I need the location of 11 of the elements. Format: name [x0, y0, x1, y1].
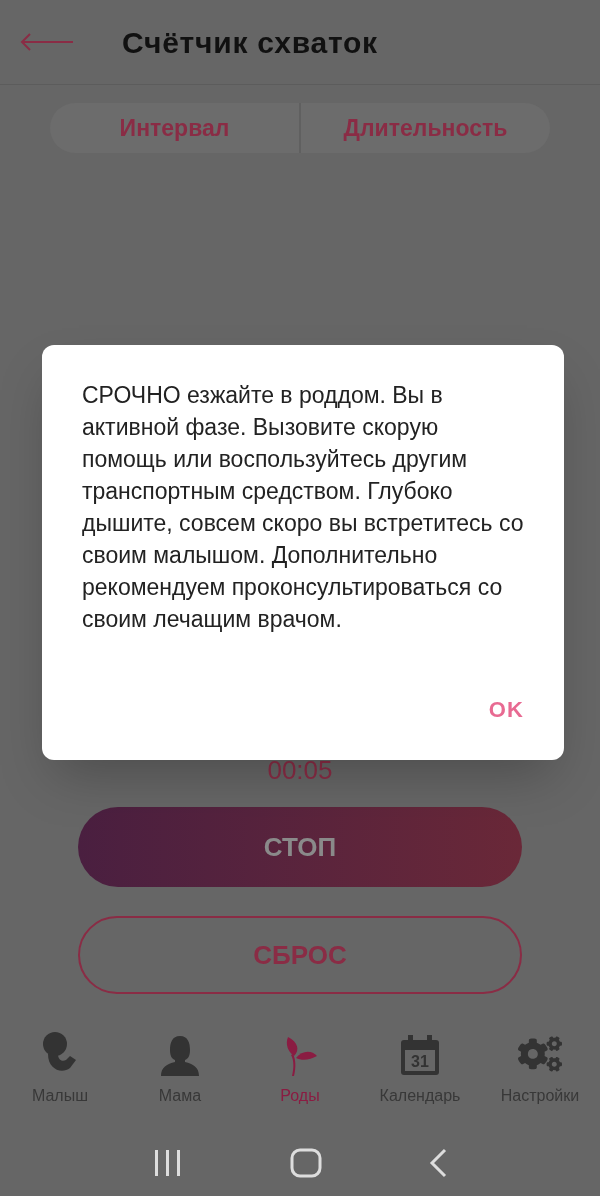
page-title: Счётчик схваток — [122, 24, 378, 61]
nav-item[interactable]: Роды — [240, 1030, 360, 1108]
segment-tab[interactable]: Длительность — [299, 103, 550, 153]
home-icon[interactable] — [290, 1148, 322, 1178]
segment-tab[interactable]: Интервал — [50, 103, 299, 153]
stop-button[interactable]: СТОП — [78, 807, 522, 887]
back-icon[interactable] — [428, 1148, 447, 1178]
dialog-message: СРОЧНО езжайте в роддом. Вы в активной фазе. Вызовите скорую помощь или воспользуйтесь другим транспортным средством. Глубоко дышите, совсем скоро вы встретитесь со своим малышом. Дополнительно рекомендуем проконсультироваться со своим лечащим врачом. — [82, 381, 524, 634]
ok-button[interactable]: OK — [476, 689, 536, 730]
woman-icon — [159, 1034, 201, 1076]
reset-button[interactable]: СБРОС — [78, 916, 522, 994]
